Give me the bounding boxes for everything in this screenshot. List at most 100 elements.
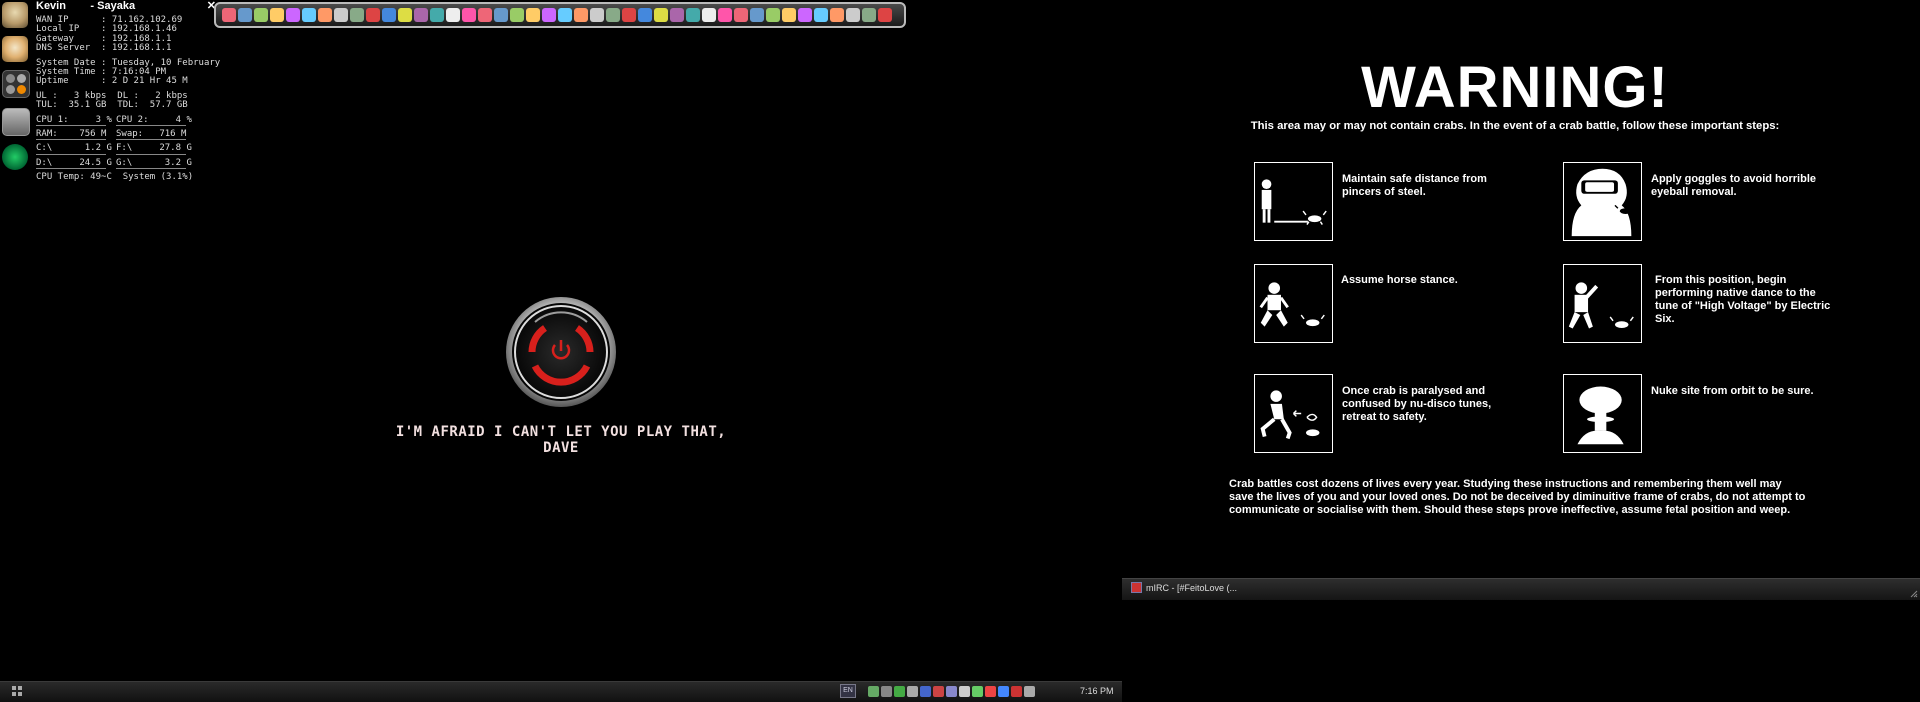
launcher-app-icon[interactable]: [398, 8, 412, 22]
tray-icon[interactable]: [972, 685, 983, 697]
tray-icon[interactable]: [985, 685, 996, 697]
step-1-pictogram: [1254, 162, 1333, 241]
goggles-head-icon: [1571, 168, 1637, 237]
launcher-app-icon[interactable]: [382, 8, 396, 22]
sysmon-stat-row: C:\ 1.2 G F:\ 27.8 G: [36, 143, 216, 155]
tray-icon[interactable]: [881, 685, 892, 697]
step-2-text: Apply goggles to avoid horrible eyeball …: [1651, 173, 1817, 198]
launcher-app-icon[interactable]: [862, 8, 876, 22]
launcher-app-icon[interactable]: [478, 8, 492, 22]
launcher-app-icon[interactable]: [750, 8, 764, 22]
launcher-app-icon[interactable]: [510, 8, 524, 22]
sysmon-stat: CPU 1: 3 %: [36, 114, 112, 126]
mirc-taskbar-button[interactable]: mIRC - [#FeitoLove (...: [1131, 582, 1237, 593]
sysmon-stat-row: CPU 1: 3 % CPU 2: 4 %: [36, 114, 216, 126]
apps-icon[interactable]: [2, 70, 30, 98]
launcher-app-icon[interactable]: [350, 8, 364, 22]
launcher-app-icon[interactable]: [462, 8, 476, 22]
launcher-app-icon[interactable]: [334, 8, 348, 22]
launcher-app-icon[interactable]: [366, 8, 380, 22]
tray-icon[interactable]: [946, 685, 957, 697]
mirc-icon: [1131, 582, 1142, 593]
hal-9000-icon: [506, 297, 616, 407]
horse-stance-icon: [1259, 282, 1325, 327]
sysmon-stat: CPU 2: 4 %: [116, 114, 192, 126]
warning-footer: Crab battles cost dozens of lives every …: [1229, 478, 1806, 516]
tray-icon[interactable]: [1011, 685, 1022, 697]
launcher-app-icon[interactable]: [718, 8, 732, 22]
tray-icon[interactable]: [894, 685, 905, 697]
launcher-app-icon[interactable]: [270, 8, 284, 22]
sysmon-stat: D:\ 24.5 G: [36, 157, 112, 170]
folder-icon[interactable]: [2, 108, 30, 136]
launcher-app-icon[interactable]: [606, 8, 620, 22]
step-6-text: Nuke site from orbit to be sure.: [1651, 385, 1814, 397]
launcher-app-icon[interactable]: [590, 8, 604, 22]
sysmon-stat: G:\ 3.2 G: [116, 157, 192, 170]
tray-icon[interactable]: [907, 685, 918, 697]
launcher-app-icon[interactable]: [654, 8, 668, 22]
cat-icon[interactable]: [2, 36, 28, 62]
launcher-app-icon[interactable]: [542, 8, 556, 22]
step-6-pictogram: [1563, 374, 1642, 453]
launcher-app-icon[interactable]: [782, 8, 796, 22]
tray-icon[interactable]: [920, 685, 931, 697]
launcher-app-icon[interactable]: [622, 8, 636, 22]
taskbar-clock[interactable]: 7:16 PM: [1080, 686, 1114, 696]
launcher-app-icon[interactable]: [254, 8, 268, 22]
resize-grip-icon[interactable]: [1910, 590, 1918, 598]
launcher-app-icon[interactable]: [238, 8, 252, 22]
retreat-runner-icon: [1260, 390, 1320, 440]
tray-icon[interactable]: [1024, 685, 1035, 697]
launcher-app-icon[interactable]: [318, 8, 332, 22]
launcher-app-icon[interactable]: [222, 8, 236, 22]
step-5-pictogram: [1254, 374, 1333, 453]
guitar-dance-icon: [1568, 282, 1634, 329]
person-crab-distance-icon: [1261, 179, 1327, 225]
launcher-app-icon[interactable]: [526, 8, 540, 22]
sysmon-line: TUL: 35.1 GB TDL: 57.7 GB: [36, 100, 188, 111]
launcher-app-icon[interactable]: [286, 8, 300, 22]
launcher-app-icon[interactable]: [846, 8, 860, 22]
launcher-app-icon[interactable]: [830, 8, 844, 22]
launcher-app-icon[interactable]: [702, 8, 716, 22]
launcher-app-icon[interactable]: [638, 8, 652, 22]
tray-icon[interactable]: [959, 685, 970, 697]
launcher-app-icon[interactable]: [734, 8, 748, 22]
launcher-app-icon[interactable]: [302, 8, 316, 22]
language-indicator[interactable]: EN: [840, 684, 856, 698]
launcher-app-icon[interactable]: [494, 8, 508, 22]
launcher-app-icon[interactable]: [558, 8, 572, 22]
launcher-toolbar: [214, 2, 906, 28]
launcher-app-icon[interactable]: [574, 8, 588, 22]
right-taskbar: [1122, 578, 1920, 600]
sysmon-stat-row: RAM: 756 M Swap: 716 M: [36, 128, 216, 141]
launcher-app-icon[interactable]: [798, 8, 812, 22]
launcher-app-icon[interactable]: [814, 8, 828, 22]
tray-icon[interactable]: [868, 685, 879, 697]
system-tray: [868, 684, 1035, 698]
step-5-text: Once crab is paralysed and confused by n…: [1342, 385, 1492, 423]
launcher-app-icon[interactable]: [670, 8, 684, 22]
launcher-app-icon[interactable]: [430, 8, 444, 22]
launcher-app-icon[interactable]: [414, 8, 428, 22]
step-4-pictogram: [1563, 264, 1642, 343]
launcher-app-icon[interactable]: [446, 8, 460, 22]
launcher-app-icon[interactable]: [766, 8, 780, 22]
sysmon-header: Kevin - Sayaka ✕: [36, 0, 216, 16]
mirc-label: mIRC - [#FeitoLove (...: [1146, 582, 1238, 593]
step-4-text: From this position, begin performing nat…: [1655, 274, 1831, 325]
sysmon-stat: RAM: 756 M: [36, 128, 107, 141]
step-1-text: Maintain safe distance from pincers of s…: [1342, 173, 1487, 198]
swirl-icon[interactable]: [2, 144, 28, 170]
tray-icon[interactable]: [998, 685, 1009, 697]
step-2-pictogram: [1563, 162, 1642, 241]
avatar-icon[interactable]: [2, 2, 28, 28]
sysmon-user-right: - Sayaka: [90, 0, 136, 12]
step-3-pictogram: [1254, 264, 1333, 343]
tray-icon[interactable]: [933, 685, 944, 697]
start-grid-icon[interactable]: [12, 686, 22, 696]
launcher-app-icon[interactable]: [878, 8, 892, 22]
sysmon-line: Uptime : 2 D 21 Hr 45 M: [36, 76, 188, 87]
launcher-app-icon[interactable]: [686, 8, 700, 22]
